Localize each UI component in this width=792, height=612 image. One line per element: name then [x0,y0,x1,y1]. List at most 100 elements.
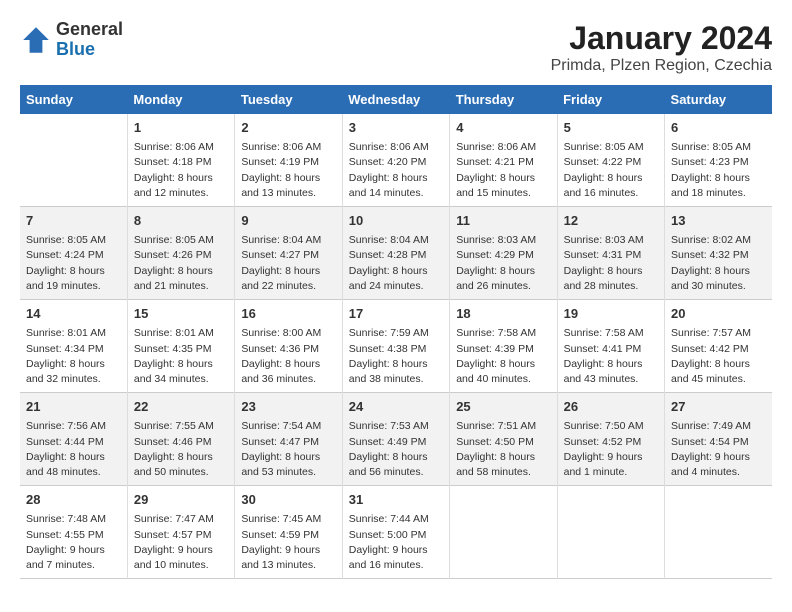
calendar-cell: 27Sunrise: 7:49 AM Sunset: 4:54 PM Dayli… [665,393,772,486]
logo: General Blue [20,20,123,60]
day-number: 18 [456,305,550,323]
calendar-table: SundayMondayTuesdayWednesdayThursdayFrid… [20,85,772,579]
day-number: 31 [349,491,443,509]
day-header-thursday: Thursday [450,85,557,114]
calendar-cell: 25 Sunrise: 7:51 AM Sunset: 4:50 PM Dayli… [450,393,557,486]
cell-content: Sunrise: 7:45 AM Sunset: 4:59 PM Dayligh… [241,512,335,573]
day-number: 23 [241,398,335,416]
week-row-4: 21 Sunrise: 7:56 AM Sunset: 4:44 PM Dayli… [20,393,772,486]
calendar-header: SundayMondayTuesdayWednesdayThursdayFrid… [20,85,772,114]
calendar-cell: 28Sunrise: 7:48 AM Sunset: 4:55 PM Dayli… [20,486,127,579]
calendar-cell: 20 Sunrise: 7:57 AM Sunset: 4:42 PM Dayli… [665,300,772,393]
calendar-cell: 23Sunrise: 7:54 AM Sunset: 4:47 PM Dayli… [235,393,342,486]
day-number: 7 [26,212,121,230]
day-number: 27 [671,398,766,416]
calendar-cell: 30Sunrise: 7:45 AM Sunset: 4:59 PM Dayli… [235,486,342,579]
calendar-cell: 13 Sunrise: 8:02 AM Sunset: 4:32 PM Dayli… [665,207,772,300]
day-header-monday: Monday [127,85,234,114]
day-number: 21 [26,398,121,416]
page-title: January 2024 [551,20,772,57]
calendar-cell: 24 Sunrise: 7:53 AM Sunset: 4:49 PM Dayli… [342,393,449,486]
calendar-cell: 8 Sunrise: 8:05 AM Sunset: 4:26 PM Daylig… [127,207,234,300]
cell-content: Sunrise: 7:51 AM Sunset: 4:50 PM Dayligh… [456,419,550,480]
calendar-cell: 9Sunrise: 8:04 AM Sunset: 4:27 PM Daylig… [235,207,342,300]
logo-text: General Blue [56,20,123,60]
day-number: 14 [26,305,121,323]
cell-content: Sunrise: 8:05 AM Sunset: 4:22 PM Dayligh… [564,140,658,201]
calendar-cell: 7 Sunrise: 8:05 AM Sunset: 4:24 PM Daylig… [20,207,127,300]
logo-line2: Blue [56,39,95,59]
calendar-cell: 22Sunrise: 7:55 AM Sunset: 4:46 PM Dayli… [127,393,234,486]
calendar-cell: 18Sunrise: 7:58 AM Sunset: 4:39 PM Dayli… [450,300,557,393]
day-number: 22 [134,398,228,416]
cell-content: Sunrise: 7:59 AM Sunset: 4:38 PM Dayligh… [349,326,443,387]
cell-content: Sunrise: 8:00 AM Sunset: 4:36 PM Dayligh… [241,326,335,387]
day-number: 8 [134,212,228,230]
day-number: 17 [349,305,443,323]
day-number: 26 [564,398,658,416]
day-number: 1 [134,119,228,137]
calendar-cell: 4 Sunrise: 8:06 AM Sunset: 4:21 PM Daylig… [450,114,557,207]
day-number: 16 [241,305,335,323]
cell-content: Sunrise: 8:06 AM Sunset: 4:21 PM Dayligh… [456,140,550,201]
logo-icon [20,24,52,56]
cell-content: Sunrise: 8:02 AM Sunset: 4:32 PM Dayligh… [671,233,766,294]
cell-content: Sunrise: 8:05 AM Sunset: 4:24 PM Dayligh… [26,233,121,294]
calendar-cell: 17 Sunrise: 7:59 AM Sunset: 4:38 PM Dayli… [342,300,449,393]
calendar-cell: 14 Sunrise: 8:01 AM Sunset: 4:34 PM Dayli… [20,300,127,393]
cell-content: Sunrise: 7:44 AM Sunset: 5:00 PM Dayligh… [349,512,443,573]
cell-content: Sunrise: 8:01 AM Sunset: 4:35 PM Dayligh… [134,326,228,387]
cell-content: Sunrise: 8:06 AM Sunset: 4:18 PM Dayligh… [134,140,228,201]
day-number: 28 [26,491,121,509]
day-number: 29 [134,491,228,509]
cell-content: Sunrise: 7:57 AM Sunset: 4:42 PM Dayligh… [671,326,766,387]
day-number: 6 [671,119,766,137]
title-area: January 2024 Primda, Plzen Region, Czech… [551,20,772,75]
cell-content: Sunrise: 8:04 AM Sunset: 4:27 PM Dayligh… [241,233,335,294]
day-number: 4 [456,119,550,137]
day-header-saturday: Saturday [665,85,772,114]
calendar-cell: 5 Sunrise: 8:05 AM Sunset: 4:22 PM Daylig… [557,114,664,207]
cell-content: Sunrise: 7:56 AM Sunset: 4:44 PM Dayligh… [26,419,121,480]
day-number: 12 [564,212,658,230]
calendar-cell: 26 Sunrise: 7:50 AM Sunset: 4:52 PM Dayli… [557,393,664,486]
cell-content: Sunrise: 7:50 AM Sunset: 4:52 PM Dayligh… [564,419,658,480]
cell-content: Sunrise: 7:53 AM Sunset: 4:49 PM Dayligh… [349,419,443,480]
cell-content: Sunrise: 8:06 AM Sunset: 4:19 PM Dayligh… [241,140,335,201]
calendar-cell: 31 Sunrise: 7:44 AM Sunset: 5:00 PM Dayli… [342,486,449,579]
cell-content: Sunrise: 8:05 AM Sunset: 4:23 PM Dayligh… [671,140,766,201]
cell-content: Sunrise: 8:05 AM Sunset: 4:26 PM Dayligh… [134,233,228,294]
week-row-3: 14 Sunrise: 8:01 AM Sunset: 4:34 PM Dayli… [20,300,772,393]
week-row-1: 1 Sunrise: 8:06 AM Sunset: 4:18 PM Daylig… [20,114,772,207]
day-number: 13 [671,212,766,230]
page-header: General Blue January 2024 Primda, Plzen … [20,20,772,75]
calendar-cell: 1 Sunrise: 8:06 AM Sunset: 4:18 PM Daylig… [127,114,234,207]
calendar-cell: 11Sunrise: 8:03 AM Sunset: 4:29 PM Dayli… [450,207,557,300]
calendar-cell: 12 Sunrise: 8:03 AM Sunset: 4:31 PM Dayli… [557,207,664,300]
logo-line1: General [56,19,123,39]
calendar-cell: 15 Sunrise: 8:01 AM Sunset: 4:35 PM Dayli… [127,300,234,393]
day-number: 3 [349,119,443,137]
week-row-5: 28Sunrise: 7:48 AM Sunset: 4:55 PM Dayli… [20,486,772,579]
day-number: 2 [241,119,335,137]
day-number: 25 [456,398,550,416]
day-number: 20 [671,305,766,323]
day-number: 10 [349,212,443,230]
day-number: 24 [349,398,443,416]
cell-content: Sunrise: 8:03 AM Sunset: 4:31 PM Dayligh… [564,233,658,294]
day-number: 11 [456,212,550,230]
cell-content: Sunrise: 8:01 AM Sunset: 4:34 PM Dayligh… [26,326,121,387]
calendar-cell [665,486,772,579]
day-number: 5 [564,119,658,137]
calendar-cell: 2 Sunrise: 8:06 AM Sunset: 4:19 PM Daylig… [235,114,342,207]
day-number: 19 [564,305,658,323]
days-of-week-row: SundayMondayTuesdayWednesdayThursdayFrid… [20,85,772,114]
calendar-cell: 19Sunrise: 7:58 AM Sunset: 4:41 PM Dayli… [557,300,664,393]
calendar-body: 1 Sunrise: 8:06 AM Sunset: 4:18 PM Daylig… [20,114,772,579]
calendar-cell: 29Sunrise: 7:47 AM Sunset: 4:57 PM Dayli… [127,486,234,579]
calendar-cell [557,486,664,579]
day-number: 15 [134,305,228,323]
day-header-tuesday: Tuesday [235,85,342,114]
calendar-cell: 10Sunrise: 8:04 AM Sunset: 4:28 PM Dayli… [342,207,449,300]
calendar-cell: 21 Sunrise: 7:56 AM Sunset: 4:44 PM Dayli… [20,393,127,486]
